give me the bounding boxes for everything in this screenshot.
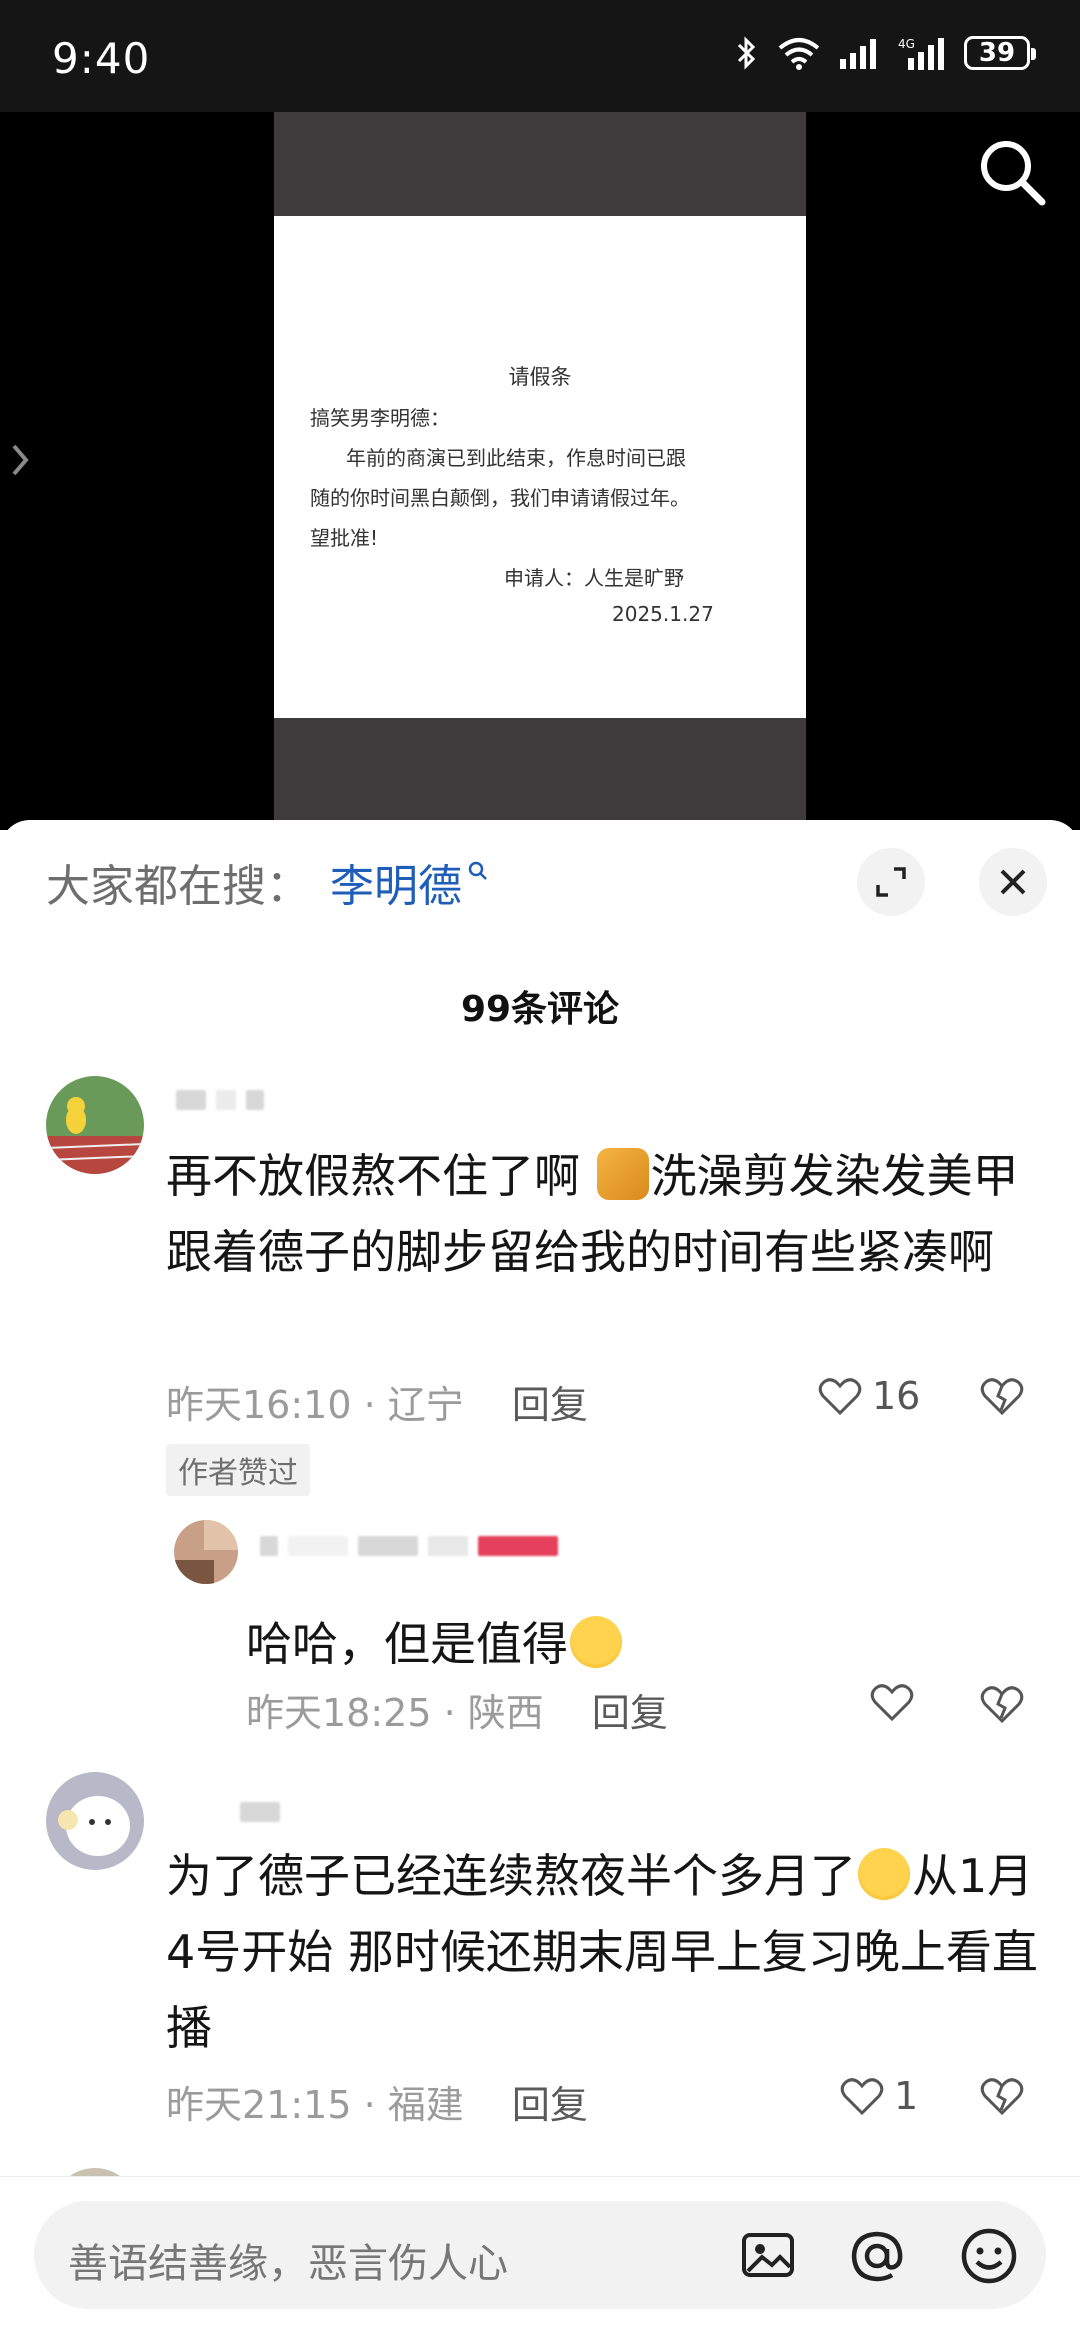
reply-button[interactable]: 回复 — [512, 1383, 588, 1427]
heart-icon — [818, 1378, 862, 1416]
comment-input[interactable]: 善语结善缘，恶言伤人心 — [34, 2201, 1046, 2309]
comment-meta: 昨天16:10 · 辽宁 回复 — [166, 1374, 588, 1429]
status-time: 9:40 — [52, 34, 151, 83]
cat-emoji-icon — [596, 1148, 649, 1200]
comment-time-location: 昨天18:25 · 陕西 — [246, 1691, 544, 1735]
comment-input-area: 善语结善缘，恶言伤人心 — [0, 2176, 1080, 2332]
close-button[interactable] — [979, 848, 1047, 916]
signal-icon — [840, 39, 876, 69]
thinking-emoji-icon — [570, 1616, 622, 1668]
at-mention-icon[interactable] — [848, 2227, 906, 2285]
video-area[interactable]: 请假条 搞笑男李明德： 年前的商演已到此结束，作息时间已跟 随的你时间黑白颠倒，… — [0, 112, 1080, 830]
like-count: 1 — [894, 2074, 919, 2118]
video-frame: 请假条 搞笑男李明德： 年前的商演已到此结束，作息时间已跟 随的你时间黑白颠倒，… — [274, 112, 806, 830]
heart-icon — [870, 1684, 914, 1722]
comment-sheet: 大家都在搜： 李明德 99条评论 再不放假熬不住了啊 洗澡剪发染发美甲跟着德子的… — [0, 820, 1080, 2331]
comment-text: 为了德子已经连续熬夜半个多月了 从1月4号开始 那时候还期末周早上复习晚上看直播 — [166, 1848, 1038, 2055]
broken-heart-icon[interactable] — [980, 2076, 1024, 2116]
comment-text: 再不放假熬不住了啊 洗澡剪发染发美甲跟着德子的脚步留给我的时间有些紧凑啊 — [166, 1148, 1019, 1279]
like-count: 16 — [872, 1374, 921, 1418]
doc-salutation: 搞笑男李明德： — [310, 406, 450, 430]
chevron-right-icon[interactable] — [10, 442, 32, 478]
username-blurred[interactable] — [260, 1536, 558, 1556]
search-icon[interactable] — [976, 136, 1048, 208]
status-icons: 4G 39 — [736, 36, 1036, 70]
doc-body-line: 望批准! — [310, 526, 379, 550]
svg-text:4G: 4G — [898, 37, 915, 51]
heart-icon — [840, 2078, 884, 2116]
avatar[interactable] — [46, 1076, 144, 1174]
author-liked-badge: 作者赞过 — [166, 1444, 310, 1496]
comment-meta: 昨天18:25 · 陕西 回复 — [246, 1682, 668, 1737]
like-button[interactable]: 1 — [840, 2074, 918, 2118]
doc-signature: 申请人：人生是旷野 — [504, 566, 684, 590]
doc-title: 请假条 — [508, 365, 572, 389]
doc-body-line: 随的你时间黑白颠倒，我们申请请假过年。 — [310, 486, 690, 510]
avatar-image — [174, 1520, 238, 1584]
doc-body-line: 年前的商演已到此结束，作息时间已跟 — [346, 446, 686, 470]
bluetooth-icon — [737, 36, 756, 70]
search-small-icon — [468, 861, 487, 880]
avatar[interactable] — [174, 1520, 238, 1584]
avatar-image — [46, 1076, 144, 1174]
reply-button[interactable]: 回复 — [592, 1691, 668, 1735]
doc-date: 2025.1.27 — [612, 602, 714, 626]
broken-heart-icon[interactable] — [980, 1684, 1024, 1724]
battery-indicator: 39 — [964, 36, 1036, 70]
image-icon[interactable] — [740, 2227, 796, 2283]
username-blurred[interactable] — [176, 1090, 264, 1110]
status-bar: 9:40 4G 39 — [0, 0, 1080, 112]
avatar-image — [46, 1772, 144, 1870]
emoji-icon[interactable] — [960, 2227, 1018, 2285]
laughing-crying-emoji-icon — [858, 1848, 910, 1900]
like-button[interactable]: 16 — [818, 1374, 920, 1418]
username-blurred[interactable] — [240, 1802, 280, 1822]
broken-heart-icon[interactable] — [980, 1376, 1024, 1416]
leave-note-document: 请假条 搞笑男李明德： 年前的商演已到此结束，作息时间已跟 随的你时间黑白颠倒，… — [274, 216, 806, 718]
like-button[interactable] — [870, 1682, 914, 1722]
comment-time-location: 昨天21:15 · 福建 — [166, 2083, 464, 2127]
wifi-icon — [778, 38, 820, 70]
comment-count: 99条评论 — [460, 989, 620, 1030]
reply-text: 哈哈，但是值得 — [246, 1606, 1026, 1682]
avatar[interactable] — [46, 1772, 144, 1870]
expand-button[interactable] — [857, 848, 925, 916]
comment-time-location: 昨天16:10 · 辽宁 — [166, 1383, 464, 1427]
hot-search-label: 大家都在搜： — [46, 861, 310, 912]
comment-input-placeholder: 善语结善缘，恶言伤人心 — [68, 2241, 508, 2287]
comment-meta: 昨天21:15 · 福建 回复 — [166, 2074, 588, 2129]
hot-search-keyword[interactable]: 李明德 — [330, 850, 462, 914]
reply-button[interactable]: 回复 — [512, 2083, 588, 2127]
close-icon — [1000, 869, 1026, 895]
expand-icon — [876, 867, 906, 897]
hot-search-bar[interactable]: 大家都在搜： 李明德 — [46, 850, 488, 914]
signal-4g-icon: 4G — [898, 37, 944, 70]
